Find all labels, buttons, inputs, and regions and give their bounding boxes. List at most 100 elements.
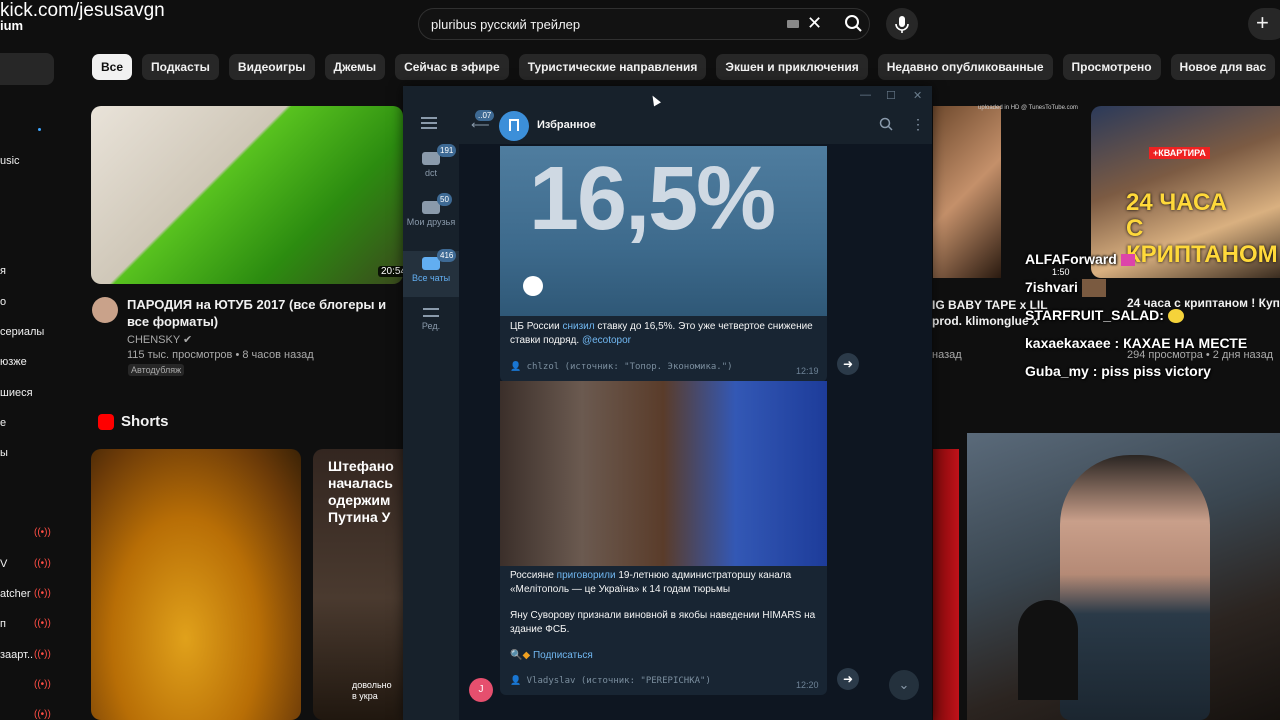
youtube-logo-fragment[interactable]: ium bbox=[0, 18, 23, 33]
search-icon[interactable] bbox=[879, 117, 893, 134]
channel-name[interactable]: CHENSKY ✔ bbox=[127, 333, 192, 346]
sidebar-channel[interactable]: заарт.. bbox=[0, 649, 33, 661]
scroll-down-button[interactable]: ⌄ bbox=[889, 670, 919, 700]
channel-mention[interactable]: @ecotopor bbox=[582, 335, 631, 346]
more-options-icon[interactable]: ⋮ bbox=[911, 116, 925, 133]
message-time: 12:20 bbox=[796, 680, 819, 690]
unread-badge: 416 bbox=[437, 249, 457, 262]
chip-live[interactable]: Сейчас в эфире bbox=[395, 54, 509, 80]
thumbnail-title: 24 ЧАСА С КРИПТАНОМ bbox=[1126, 189, 1278, 268]
chip-jams[interactable]: Джемы bbox=[324, 54, 386, 80]
short-caption: довольно в укра bbox=[352, 680, 392, 701]
create-button[interactable]: + bbox=[1248, 8, 1280, 40]
saved-messages-avatar[interactable] bbox=[499, 111, 529, 141]
search-icon bbox=[845, 15, 862, 32]
clear-search-icon[interactable]: ✕ bbox=[807, 13, 822, 34]
live-icon: ((•)) bbox=[34, 558, 51, 569]
short-thumbnail[interactable] bbox=[91, 449, 301, 720]
folder-friends[interactable]: 50 Мои друзья bbox=[403, 193, 459, 247]
sidebar-channel[interactable]: п bbox=[0, 618, 6, 630]
microphone-icon bbox=[895, 16, 909, 33]
filter-chips: Все Подкасты Видеоигры Джемы Сейчас в эф… bbox=[92, 54, 1276, 80]
sidebar-item[interactable]: ы bbox=[0, 447, 8, 459]
live-icon: ((•)) bbox=[34, 679, 51, 690]
chip-podcasts[interactable]: Подкасты bbox=[142, 54, 219, 80]
video-thumbnail[interactable] bbox=[91, 106, 403, 284]
plus-icon: + bbox=[1256, 10, 1269, 35]
chip-action[interactable]: Экшен и приключения bbox=[716, 54, 868, 80]
verified-icon: ✔ bbox=[183, 334, 193, 346]
sidebar-item[interactable]: о bbox=[0, 296, 6, 308]
chat-title[interactable]: Избранное bbox=[537, 119, 596, 131]
message-link[interactable]: приговорили bbox=[557, 570, 616, 581]
user-icon: 👤 bbox=[510, 362, 522, 372]
user-icon: 👤 bbox=[510, 676, 522, 686]
sidebar-item[interactable]: сериалы bbox=[0, 326, 44, 338]
live-icon: ((•)) bbox=[34, 618, 51, 629]
forward-info[interactable]: 👤 chlzol (источник: "Топор. Экономика.") bbox=[510, 362, 733, 372]
search-input[interactable]: pluribus русский трейлер bbox=[431, 17, 580, 32]
message-image[interactable] bbox=[500, 381, 827, 566]
sidebar-item[interactable]: шиеся bbox=[0, 387, 33, 399]
chip-travel[interactable]: Туристические направления bbox=[518, 54, 707, 80]
keyboard-icon[interactable] bbox=[787, 20, 799, 28]
short-title-overlay: Штефано началась одержим Путина У bbox=[328, 458, 394, 525]
sidebar-item[interactable]: usic bbox=[0, 155, 20, 167]
subscribe-link[interactable]: Подписаться bbox=[533, 650, 593, 661]
subscribe-line: 🔍◆ Подписаться bbox=[510, 649, 822, 663]
search-box[interactable]: pluribus русский трейлер ✕ bbox=[418, 8, 870, 40]
bank-emblem-icon bbox=[523, 276, 543, 296]
chip-new-for-you[interactable]: Новое для вас bbox=[1170, 54, 1276, 80]
folder-all-chats[interactable]: 416 Все чаты bbox=[403, 249, 459, 297]
autodub-badge: Автодубляж bbox=[128, 364, 185, 376]
sidebar-channel[interactable]: V bbox=[0, 558, 7, 570]
stream-url-overlay: kick.com/jesusavgn bbox=[0, 0, 165, 21]
sidebar-channel[interactable]: atcher bbox=[0, 588, 31, 600]
share-icon[interactable]: ➜ bbox=[837, 668, 859, 690]
emote-icon bbox=[1167, 309, 1184, 324]
unread-badge: 50 bbox=[437, 193, 452, 206]
upload-watermark: uploaded in HD @ TunesToTube.com bbox=[978, 105, 1078, 111]
maximize-icon[interactable]: ☐ bbox=[886, 89, 896, 102]
sidebar-item[interactable]: е bbox=[0, 417, 6, 429]
sender-avatar[interactable]: J bbox=[469, 678, 493, 702]
unread-badge: 191 bbox=[437, 144, 457, 157]
bookmark-icon bbox=[509, 119, 519, 131]
diamond-icon: ◆ bbox=[522, 650, 531, 661]
minimize-icon[interactable]: — bbox=[860, 89, 871, 101]
menu-icon[interactable] bbox=[421, 117, 437, 132]
emote-icon bbox=[1081, 279, 1106, 298]
share-icon[interactable]: ➜ bbox=[837, 353, 859, 375]
overlay-timer: 1:50 bbox=[1052, 267, 1070, 277]
chip-videogames[interactable]: Видеоигры bbox=[228, 54, 315, 80]
channel-avatar[interactable] bbox=[92, 297, 118, 323]
search-icon: 🔍 bbox=[510, 650, 523, 661]
chip-watched[interactable]: Просмотрено bbox=[1062, 54, 1161, 80]
message-text: ЦБ России снизил ставку до 16,5%. Это уж… bbox=[510, 321, 813, 346]
video-title[interactable]: ПАРОДИЯ на ЮТУБ 2017 (все блогеры и все … bbox=[127, 296, 397, 330]
message-time: 12:19 bbox=[796, 366, 819, 376]
folder-edit[interactable]: Ред. bbox=[403, 308, 459, 344]
message-link[interactable]: снизил bbox=[562, 321, 594, 332]
forward-info[interactable]: 👤 Vladyslav (источник: "PEREPICHKA") bbox=[510, 676, 711, 686]
folder-dct[interactable]: 191 dct bbox=[403, 144, 459, 192]
live-icon: ((•)) bbox=[34, 588, 51, 599]
sliders-icon bbox=[423, 308, 439, 317]
chip-all[interactable]: Все bbox=[92, 54, 133, 80]
video-thumbnail[interactable] bbox=[933, 106, 1001, 278]
sidebar-home-item[interactable] bbox=[0, 53, 54, 85]
video-meta: назад bbox=[932, 349, 962, 361]
chat-message: kaxaekaxaee : КАХАЕ НА МЕСТЕ bbox=[1025, 335, 1248, 351]
sidebar-item[interactable]: юзже bbox=[0, 356, 27, 368]
chip-recent[interactable]: Недавно опубликованные bbox=[877, 54, 1053, 80]
video-meta: 115 тыс. просмотров • 8 часов назад bbox=[127, 349, 314, 361]
message-text: Яну Суворову признали виновной в якобы н… bbox=[510, 610, 816, 635]
sidebar-item[interactable]: я bbox=[0, 265, 6, 277]
chat-message: 7ishvari bbox=[1025, 279, 1106, 298]
title-bar[interactable]: — ☐ ✕ bbox=[403, 86, 932, 108]
chat-message: Guba_my : piss piss victory bbox=[1025, 363, 1211, 379]
voice-search-button[interactable] bbox=[886, 8, 918, 40]
chats-icon: 416 bbox=[422, 249, 457, 270]
close-icon[interactable]: ✕ bbox=[913, 89, 922, 102]
search-button[interactable] bbox=[837, 9, 871, 39]
